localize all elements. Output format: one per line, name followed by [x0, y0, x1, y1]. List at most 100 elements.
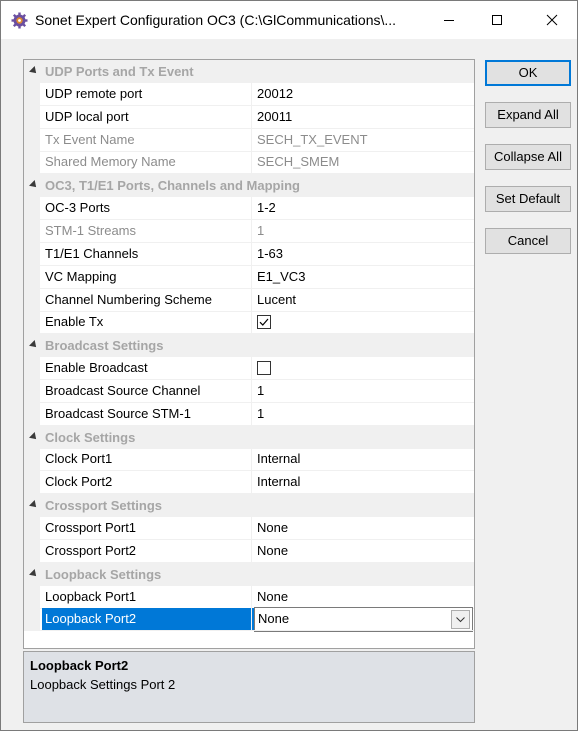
property-value[interactable]: 20011: [254, 106, 474, 128]
property-row[interactable]: Tx Event Name SECH_TX_EVENT: [24, 129, 474, 152]
category-row[interactable]: Loopback Settings: [24, 563, 474, 586]
property-checkbox-cell[interactable]: [254, 311, 474, 333]
property-value-text: Internal: [257, 474, 301, 489]
category-row[interactable]: OC3, T1/E1 Ports, Channels and Mapping: [24, 174, 474, 197]
config-dialog: Sonet Expert Configuration OC3 (C:\GlCom…: [0, 0, 578, 731]
property-value[interactable]: 1-63: [254, 243, 474, 265]
property-value[interactable]: Internal: [254, 471, 474, 493]
row-gutter: [24, 403, 40, 426]
property-name[interactable]: Channel Numbering Scheme: [45, 289, 245, 311]
property-name[interactable]: Loopback Port1: [45, 586, 245, 608]
row-gutter: [24, 471, 40, 494]
property-name[interactable]: Crossport Port2: [45, 540, 245, 562]
category-row[interactable]: Clock Settings: [24, 426, 474, 449]
column-divider: [251, 266, 252, 289]
category-label: UDP Ports and Tx Event: [45, 64, 194, 79]
property-name[interactable]: OC-3 Ports: [45, 197, 245, 219]
property-name[interactable]: Crossport Port1: [45, 517, 245, 539]
checkbox-unchecked[interactable]: [257, 361, 271, 375]
category-row[interactable]: Broadcast Settings: [24, 334, 474, 357]
property-row[interactable]: Shared Memory Name SECH_SMEM: [24, 151, 474, 174]
property-name[interactable]: Broadcast Source Channel: [45, 380, 245, 402]
property-value[interactable]: 1: [254, 403, 474, 425]
property-name[interactable]: UDP remote port: [45, 83, 245, 105]
property-value[interactable]: None: [254, 607, 473, 632]
property-row[interactable]: Channel Numbering Scheme Lucent: [24, 289, 474, 312]
category-row[interactable]: UDP Ports and Tx Event: [24, 60, 474, 83]
property-value[interactable]: None: [254, 517, 474, 539]
collapse-all-button[interactable]: Collapse All: [485, 144, 571, 170]
property-value[interactable]: None: [254, 540, 474, 562]
property-value-text: 1: [257, 383, 265, 398]
set-default-button[interactable]: Set Default: [485, 186, 571, 212]
property-value[interactable]: Lucent: [254, 289, 474, 311]
property-checkbox-cell[interactable]: [254, 357, 474, 379]
collapse-triangle-icon[interactable]: [29, 432, 39, 442]
property-name[interactable]: STM-1 Streams: [45, 220, 245, 242]
property-row[interactable]: Clock Port1 Internal: [24, 448, 474, 471]
close-button[interactable]: [529, 1, 575, 39]
collapse-triangle-icon[interactable]: [29, 180, 39, 190]
property-row[interactable]: Clock Port2 Internal: [24, 471, 474, 494]
property-value[interactable]: SECH_SMEM: [254, 151, 474, 173]
property-value[interactable]: 1: [254, 220, 474, 242]
column-divider: [251, 83, 252, 106]
column-divider: [251, 129, 252, 152]
property-row[interactable]: Crossport Port2 None: [24, 540, 474, 563]
property-name[interactable]: Tx Event Name: [45, 129, 245, 151]
property-name[interactable]: Clock Port2: [45, 471, 245, 493]
column-divider: [251, 151, 252, 174]
expand-all-button[interactable]: Expand All: [485, 102, 571, 128]
property-value-text: 1: [257, 223, 265, 238]
collapse-triangle-icon[interactable]: [29, 66, 39, 76]
category-row[interactable]: Crossport Settings: [24, 494, 474, 517]
property-value[interactable]: None: [254, 586, 474, 608]
property-value[interactable]: SECH_TX_EVENT: [254, 129, 474, 151]
collapse-triangle-icon[interactable]: [29, 340, 39, 350]
row-gutter: [24, 83, 40, 106]
property-row[interactable]: Crossport Port1 None: [24, 517, 474, 540]
property-name[interactable]: Broadcast Source STM-1: [45, 403, 245, 425]
property-value[interactable]: 20012: [254, 83, 474, 105]
column-divider: [251, 106, 252, 129]
checkbox-checked[interactable]: [257, 315, 271, 329]
collapse-triangle-icon[interactable]: [29, 569, 39, 579]
category-label: Broadcast Settings: [45, 338, 164, 353]
property-value[interactable]: 1: [254, 380, 474, 402]
property-row[interactable]: Loopback Port1 None: [24, 586, 474, 609]
property-value-text: None: [258, 611, 290, 626]
property-value-text: None: [257, 543, 289, 558]
property-value[interactable]: E1_VC3: [254, 266, 474, 288]
property-row[interactable]: UDP remote port 20012: [24, 83, 474, 106]
property-name[interactable]: VC Mapping: [45, 266, 245, 288]
property-name[interactable]: T1/E1 Channels: [45, 243, 245, 265]
cancel-button[interactable]: Cancel: [485, 228, 571, 254]
maximize-button[interactable]: [474, 1, 520, 39]
property-name[interactable]: Loopback Port2: [42, 608, 254, 630]
row-gutter: [24, 517, 40, 540]
help-description: Loopback Settings Port 2: [30, 677, 176, 692]
dropdown-button[interactable]: [451, 610, 470, 629]
row-gutter: [24, 586, 40, 609]
ok-button[interactable]: OK: [485, 60, 571, 86]
property-row[interactable]: Broadcast Source STM-1 1: [24, 403, 474, 426]
collapse-triangle-icon[interactable]: [29, 500, 39, 510]
property-row[interactable]: UDP local port 20011: [24, 106, 474, 129]
property-row[interactable]: Loopback Port2 None: [24, 607, 474, 632]
property-value[interactable]: 1-2: [254, 197, 474, 219]
property-row[interactable]: Broadcast Source Channel 1: [24, 380, 474, 403]
property-name[interactable]: Enable Tx: [45, 311, 245, 333]
property-name[interactable]: Enable Broadcast: [45, 357, 245, 379]
property-row[interactable]: OC-3 Ports 1-2: [24, 197, 474, 220]
property-name[interactable]: UDP local port: [45, 106, 245, 128]
property-row[interactable]: VC Mapping E1_VC3: [24, 266, 474, 289]
property-name[interactable]: Clock Port1: [45, 448, 245, 470]
column-divider: [251, 289, 252, 312]
property-name[interactable]: Shared Memory Name: [45, 151, 245, 173]
property-row[interactable]: Enable Broadcast: [24, 357, 474, 380]
property-row[interactable]: T1/E1 Channels 1-63: [24, 243, 474, 266]
property-row[interactable]: Enable Tx: [24, 311, 474, 334]
minimize-button[interactable]: [426, 1, 472, 39]
property-value[interactable]: Internal: [254, 448, 474, 470]
property-row[interactable]: STM-1 Streams 1: [24, 220, 474, 243]
